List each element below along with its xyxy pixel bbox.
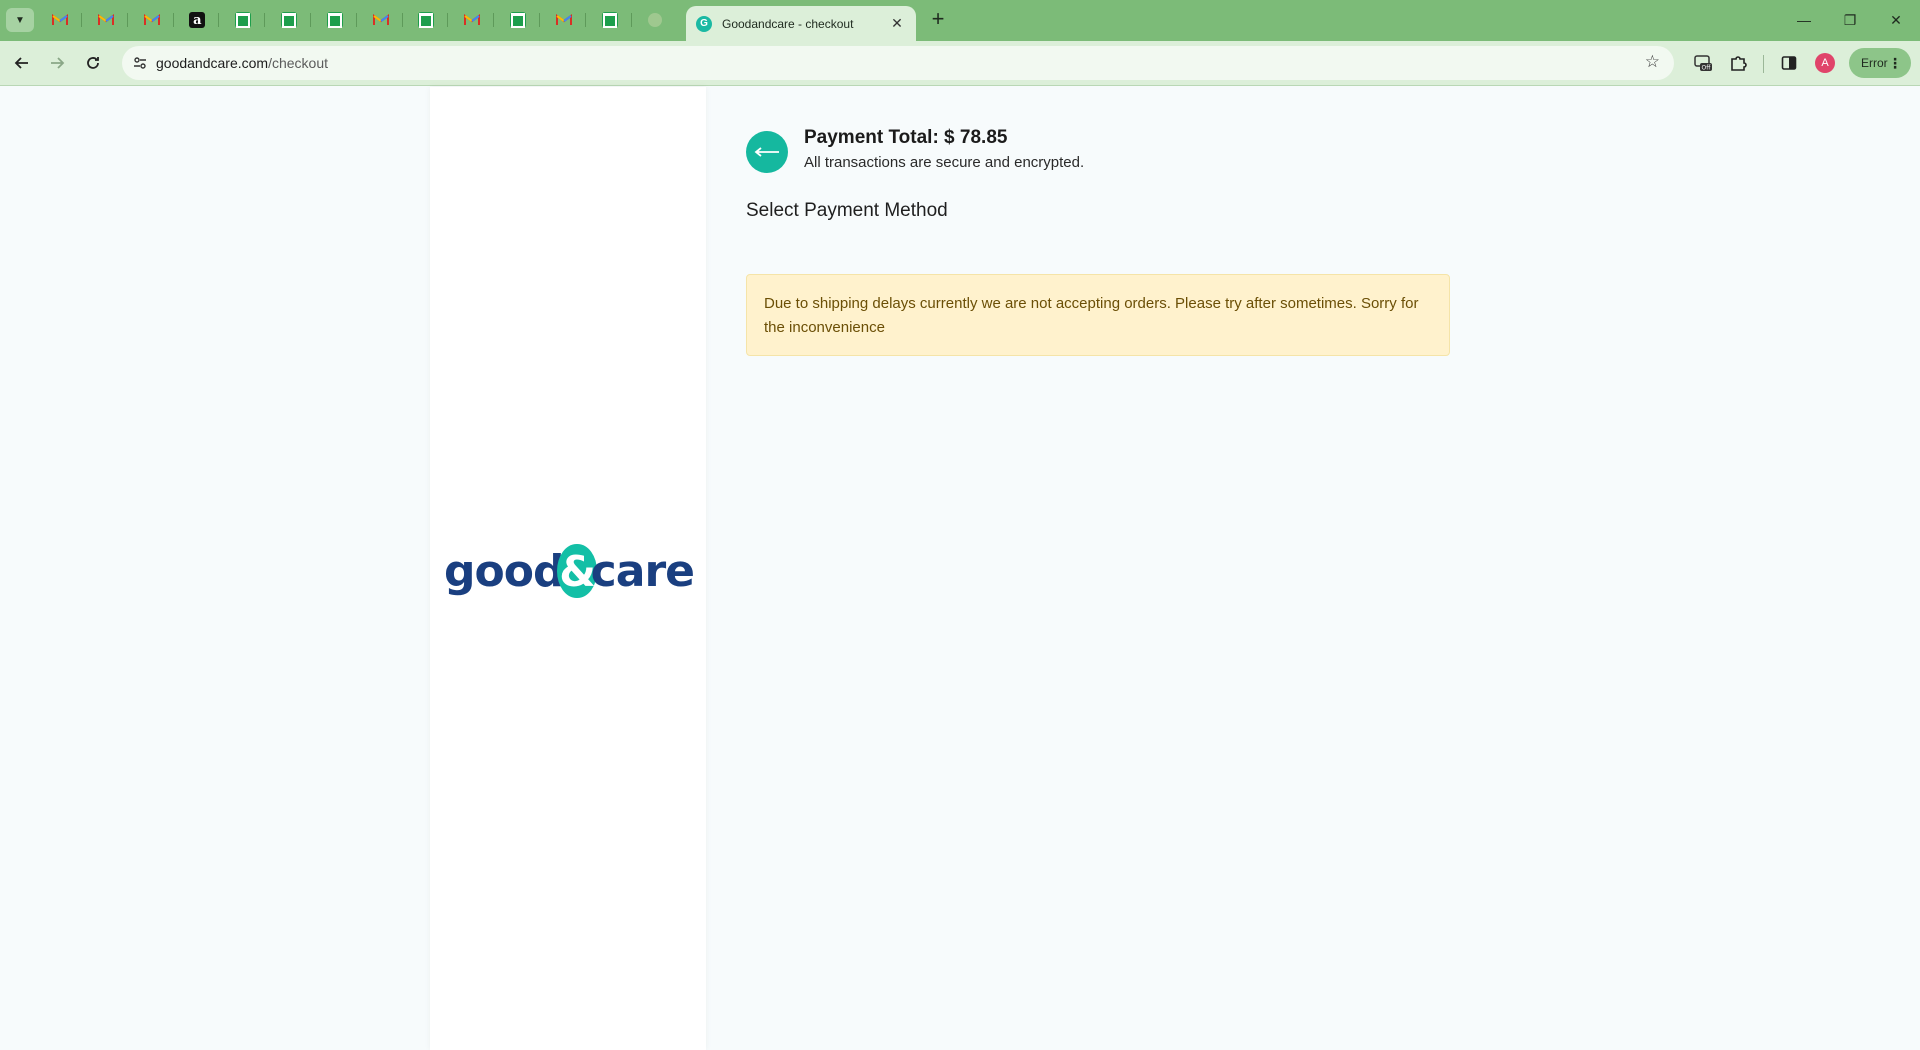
amazon-icon: a bbox=[189, 12, 206, 28]
gmail-icon bbox=[464, 12, 481, 28]
tab-separator bbox=[218, 13, 220, 27]
tab-separator bbox=[401, 13, 403, 27]
bookmark-star-icon[interactable]: ☆ bbox=[1645, 52, 1660, 72]
sheets-icon bbox=[281, 12, 297, 28]
new-tab-button[interactable]: + bbox=[926, 8, 950, 32]
pinned-tab[interactable] bbox=[84, 7, 128, 33]
tab-separator bbox=[447, 13, 449, 27]
pinned-tab[interactable] bbox=[633, 7, 677, 33]
gmail-icon bbox=[97, 12, 114, 28]
logo-text-good: good bbox=[444, 545, 564, 597]
url-host: goodandcare.com bbox=[156, 55, 269, 71]
goodandcare-logo[interactable]: good & care bbox=[444, 543, 695, 599]
reload-icon bbox=[87, 57, 99, 69]
chevron-down-icon: ▼ bbox=[15, 14, 25, 26]
gmail-icon bbox=[143, 12, 160, 28]
svg-text:Off: Off bbox=[1702, 65, 1712, 72]
secure-note: All transactions are secure and encrypte… bbox=[804, 154, 1085, 171]
url-path: /checkout bbox=[268, 55, 329, 71]
site-settings-icon[interactable] bbox=[130, 53, 150, 73]
tab-separator bbox=[81, 13, 82, 27]
gmail-icon bbox=[555, 12, 572, 28]
pinned-tab[interactable] bbox=[130, 7, 174, 33]
forward-button[interactable] bbox=[43, 49, 71, 77]
reload-button[interactable] bbox=[79, 49, 107, 77]
sheets-icon bbox=[326, 12, 343, 28]
error-chip-label: Error bbox=[1861, 56, 1888, 70]
pinned-tab[interactable] bbox=[221, 7, 266, 33]
pinned-tab[interactable] bbox=[359, 7, 403, 33]
tab-close-icon[interactable]: ✕ bbox=[888, 15, 906, 32]
tab-separator bbox=[630, 13, 632, 27]
sheets-icon bbox=[235, 12, 252, 28]
tab-separator bbox=[126, 13, 128, 27]
tab-separator bbox=[172, 13, 174, 27]
checkout-page: good & care Payment Total: $ 78.85 All tra… bbox=[0, 87, 1920, 1050]
tab-strip: ▼ a G Goodandcare - checkout ✕ + — ❐ ✕ bbox=[0, 0, 1920, 41]
brand-panel: good & care bbox=[430, 87, 706, 1050]
address-bar[interactable]: goodandcare.com/checkout ☆ bbox=[122, 46, 1674, 80]
tab-separator bbox=[310, 13, 311, 27]
minimize-button[interactable]: — bbox=[1784, 8, 1824, 32]
gmail-icon bbox=[372, 12, 389, 28]
tab-search-button[interactable]: ▼ bbox=[6, 8, 34, 32]
arrow-left-icon bbox=[14, 57, 28, 69]
pinned-tab[interactable] bbox=[450, 7, 495, 33]
sheets-icon bbox=[510, 12, 526, 28]
tab-separator bbox=[355, 13, 357, 27]
tab-separator bbox=[584, 13, 586, 27]
tab-separator bbox=[539, 13, 540, 27]
pinned-tab[interactable] bbox=[38, 7, 82, 33]
sheets-icon bbox=[418, 12, 435, 28]
goodandcare-favicon-icon: G bbox=[696, 15, 712, 32]
back-arrow-button[interactable] bbox=[746, 131, 788, 173]
url-text[interactable]: goodandcare.com/checkout bbox=[156, 55, 328, 71]
pinned-tab[interactable]: a bbox=[175, 7, 220, 33]
tab-active[interactable]: G Goodandcare - checkout ✕ bbox=[686, 6, 916, 41]
arrow-right-icon bbox=[51, 57, 65, 69]
side-panel-icon[interactable] bbox=[1776, 50, 1802, 76]
pinned-tab[interactable] bbox=[313, 7, 357, 33]
gmail-icon bbox=[52, 12, 68, 28]
pinned-tab[interactable] bbox=[404, 7, 449, 33]
close-window-button[interactable]: ✕ bbox=[1876, 8, 1916, 32]
tab-separator bbox=[264, 13, 266, 27]
back-button[interactable] bbox=[8, 49, 36, 77]
arrow-left-icon bbox=[754, 147, 779, 157]
warning-alert: Due to shipping delays currently we are … bbox=[746, 274, 1450, 356]
section-title: Select Payment Method bbox=[746, 200, 948, 221]
payment-total: Payment Total: $ 78.85 bbox=[804, 127, 1008, 148]
pinned-tab[interactable] bbox=[267, 7, 311, 33]
extension-off-icon[interactable]: Off bbox=[1690, 50, 1716, 76]
pinned-tab[interactable] bbox=[496, 7, 540, 33]
faded-tab-icon bbox=[648, 13, 663, 27]
profile-avatar[interactable]: A bbox=[1815, 53, 1835, 73]
extensions-puzzle-icon[interactable] bbox=[1725, 50, 1751, 76]
toolbar-separator bbox=[1763, 55, 1764, 73]
browser-toolbar: goodandcare.com/checkout ☆ Off A Error ⋮ bbox=[0, 41, 1920, 86]
restore-button[interactable]: ❐ bbox=[1830, 8, 1870, 32]
logo-text-care: care bbox=[590, 545, 695, 597]
pinned-tab[interactable] bbox=[542, 7, 586, 33]
profile-error-chip[interactable]: Error ⋮ bbox=[1849, 48, 1911, 78]
tab-separator bbox=[493, 13, 495, 27]
tab-title: Goodandcare - checkout bbox=[722, 16, 854, 31]
pinned-tab[interactable] bbox=[588, 7, 632, 33]
sheets-icon bbox=[601, 12, 618, 28]
more-menu-icon[interactable]: ⋮ bbox=[1888, 48, 1902, 78]
